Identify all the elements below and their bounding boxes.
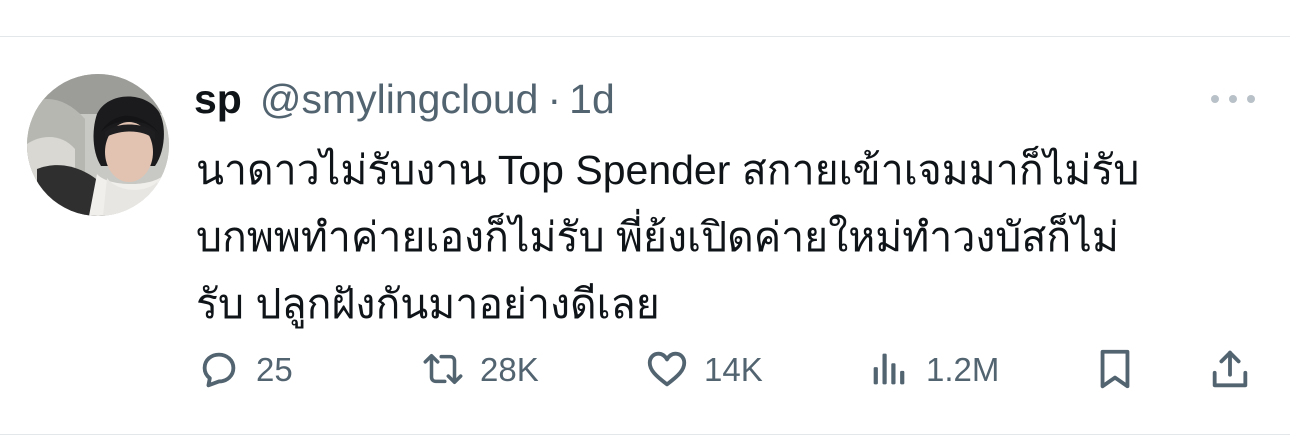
tweet-text: นาดาวไม่รับงาน Top Spender สกายเข้าเจมมา… [196,137,1256,338]
user-handle[interactable]: @smylingcloud [260,76,539,123]
share-button[interactable] [1207,341,1253,397]
avatar-photo [27,74,169,216]
tweet[interactable]: sp @smylingcloud · 1d นาดาวไม่รับงาน Top… [0,37,1290,434]
views-count: 1.2M [926,350,1000,388]
reply-bubble-icon [196,346,242,392]
heart-icon [644,346,690,392]
more-options-button[interactable] [1211,89,1255,109]
avatar[interactable] [27,74,169,216]
timestamp[interactable]: 1d [569,76,615,123]
reply-count: 25 [256,350,293,388]
tweet-text-line: รับ ปลูกฝังกันมาอย่างดีเลย [196,281,660,327]
reply-button[interactable]: 25 [196,341,293,397]
bookmark-icon [1092,346,1138,392]
repost-count: 28K [480,350,539,388]
display-name[interactable]: sp [194,76,242,123]
tweet-text-line: บกพพทำค่ายเองก็ไม่รับ พี่ย้งเปิดค่ายใหม่… [196,214,1119,260]
more-dots-icon [1247,95,1255,103]
bottom-divider [0,434,1290,435]
more-dots-icon [1229,95,1237,103]
tweet-text-line: นาดาวไม่รับงาน Top Spender สกายเข้าเจมมา… [196,147,1140,193]
tweet-header: sp @smylingcloud · 1d [194,75,615,123]
header-separator: · [547,75,562,122]
repost-button[interactable]: 28K [420,341,539,397]
bookmark-button[interactable] [1092,341,1138,397]
share-upload-icon [1207,346,1253,392]
tweet-actions-bar: 25 28K 14K 1.2M [0,341,1290,397]
repost-arrows-icon [420,346,466,392]
views-button[interactable]: 1.2M [866,341,999,397]
analytics-bars-icon [866,346,912,392]
more-dots-icon [1211,95,1219,103]
like-button[interactable]: 14K [644,341,763,397]
like-count: 14K [704,350,763,388]
